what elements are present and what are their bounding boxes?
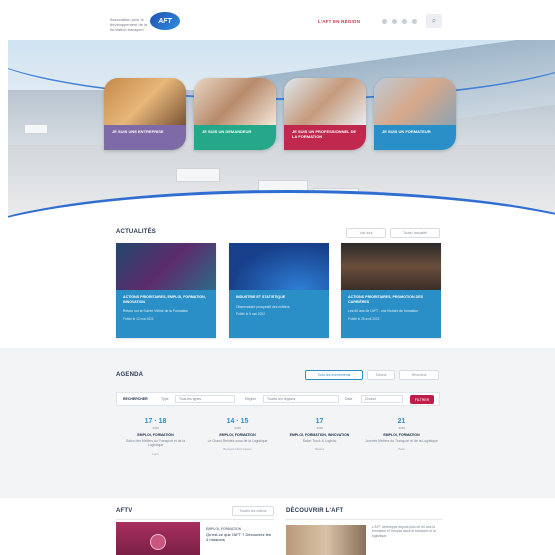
news-text: Retour sur la Soirée Vitrine de la Forma… [123,309,189,314]
event-date: 17 [315,418,324,425]
news-image [341,243,441,290]
news-body: ACTIONS PRIORITAIRES, EMPLOI, FORMATION,… [116,290,216,338]
news-date: Publié le 12 mai 2022 [123,316,154,321]
facebook-icon[interactable] [382,19,387,24]
afttv-side-text[interactable]: EMPLOI, FORMATION Qu'est-ce que l'AFT ? … [206,527,274,542]
event-location: Nantes [314,447,325,452]
aft-logo[interactable]: AFT [150,12,180,30]
card-label: JE SUIS UNE ENTREPRISE [104,125,186,150]
filter-type-value: Tous les types [179,397,202,401]
tab-all-events[interactable]: Tous les événements [305,370,363,380]
news-category: ACTIONS PRIORITAIRES, PROMOTION DES CARR… [348,295,424,304]
logo-tagline: Association pour le développement de la … [110,17,148,32]
news-card[interactable]: INDUSTRIE ET STATISTIQUE Observatoire pr… [229,243,329,338]
news-text: Observatoire prospectif des métiers [236,304,290,309]
event-text: Salon Truck & Logistic [302,439,337,443]
hero-truck [176,168,220,182]
event-date: 14 · 15 [226,418,249,425]
event-month: JUIN [398,426,405,430]
card-photo [194,78,276,125]
search-button[interactable]: ⌕ [426,14,442,28]
event-location: Bourges Nord Centre [223,447,252,452]
decouvrir-text: L'AFT développe depuis plus de 60 ans la… [372,525,436,538]
news-image [116,243,216,290]
filter-date-value: Choisir [365,397,376,401]
card-label: JE SUIS UN DEMANDEUR [194,125,276,150]
filter-date-input[interactable]: Choisir [361,395,403,403]
filter-region-select[interactable]: Toutes les régions [263,395,339,403]
news-card[interactable]: ACTIONS PRIORITAIRES, EMPLOI, FORMATION,… [116,243,216,338]
play-icon [150,534,166,550]
site-header: Association pour le développement de la … [0,0,555,40]
profile-card-formateur[interactable]: JE SUIS UN FORMATEUR [374,78,456,150]
profile-card-entreprise[interactable]: JE SUIS UNE ENTREPRISE [104,78,186,150]
tab-salons[interactable]: Salons [367,370,395,380]
decouvrir-photo [286,525,366,555]
event-location: Paris [398,447,405,452]
event-category: EMPLOI, FORMATION [219,433,256,437]
event-date: 17 · 18 [144,418,167,425]
event-category: EMPLOI, FORMATION [137,433,174,437]
event-date: 21 [397,418,406,425]
section-divider [116,519,274,520]
hero-banner: JE SUIS UNE ENTREPRISE JE SUIS UN DEMAND… [8,40,555,218]
news-card[interactable]: ACTIONS PRIORITAIRES, PROMOTION DES CARR… [341,243,441,338]
news-category: INDUSTRIE ET STATISTIQUE [236,295,286,299]
card-photo [374,78,456,125]
hero-truck [24,124,48,134]
agenda-title: AGENDA [116,372,144,378]
news-category: ACTIONS PRIORITAIRES, EMPLOI, FORMATION,… [123,295,206,304]
event-location: Lyon [152,451,159,456]
event-month: JUIN [316,426,323,430]
profile-card-demandeur[interactable]: JE SUIS UN DEMANDEUR [194,78,276,150]
news-date: Publié le 28 avril 2022 [348,316,380,321]
card-photo [284,78,366,125]
event-category: EMPLOI, FORMATION, INNOVATION [289,433,350,437]
event-month: JUIN [234,426,241,430]
filter-date-label: Date [345,397,353,401]
filter-region-value: Toutes les régions [267,397,296,401]
event-text: Le Grand Rendez-vous de la Logistique [207,439,268,443]
agenda-event[interactable]: 17 · 18 JUIN EMPLOI, FORMATION Salon des… [118,418,193,456]
agenda-event[interactable]: 14 · 15 JUIN EMPLOI, FORMATION Le Grand … [200,418,275,451]
news-body: INDUSTRIE ET STATISTIQUE Observatoire pr… [229,290,329,338]
event-category: EMPLOI, FORMATION [383,433,420,437]
search-icon: ⌕ [431,16,437,25]
event-text: Salon des Métiers du Transport et de la … [125,439,186,448]
filter-region-label: Région [245,397,257,401]
news-date: Publié le 5 mai 2022 [236,312,265,316]
region-link[interactable]: L'AFT EN RÉGION [318,19,360,24]
all-news-button[interactable]: Toute l'actualité [390,228,440,238]
twitter-icon[interactable] [392,19,397,24]
section-divider [286,519,442,520]
news-body: ACTIONS PRIORITAIRES, PROMOTION DES CARR… [341,290,441,338]
actualites-title: ACTUALITÉS [116,229,156,235]
filter-type-label: Type [161,397,169,401]
news-image [229,243,329,290]
event-text: Journée Métiers du Transport et de la Lo… [365,439,438,443]
news-text: Les 60 ans de l'AFT : une histoire de fo… [348,309,419,314]
filter-label: RECHERCHER [123,397,148,401]
afttv-headline: Qu'est-ce que l'AFT ? Découvrez les 4 mi… [206,532,271,542]
agenda-event[interactable]: 17 JUIN EMPLOI, FORMATION, INNOVATION Sa… [282,418,357,451]
event-month: JUIN [152,426,159,430]
card-photo [104,78,186,125]
card-label: JE SUIS UN PROFESSIONNEL DE LA FORMATION [284,125,366,150]
profile-card-professionnel[interactable]: JE SUIS UN PROFESSIONNEL DE LA FORMATION [284,78,366,150]
decouvrir-title: DÉCOUVRIR L'AFT [286,508,344,514]
linkedin-icon[interactable] [402,19,407,24]
tab-reunions[interactable]: Réunions [399,370,439,380]
all-videos-button[interactable]: Toutes les vidéos [232,506,274,516]
actualites-button[interactable]: Voir tout [346,228,386,238]
agenda-event[interactable]: 21 JUIN EMPLOI, FORMATION Journée Métier… [364,418,439,451]
filter-type-select[interactable]: Tous les types [175,395,235,403]
afttv-title: AFTV [116,508,133,514]
card-label: JE SUIS UN FORMATEUR [374,125,456,150]
filter-submit-button[interactable]: FILTRER [410,395,434,404]
agenda-filter-bar: RECHERCHER Type Tous les types Région To… [116,392,440,406]
agenda-section [0,348,555,498]
youtube-icon[interactable] [412,19,417,24]
